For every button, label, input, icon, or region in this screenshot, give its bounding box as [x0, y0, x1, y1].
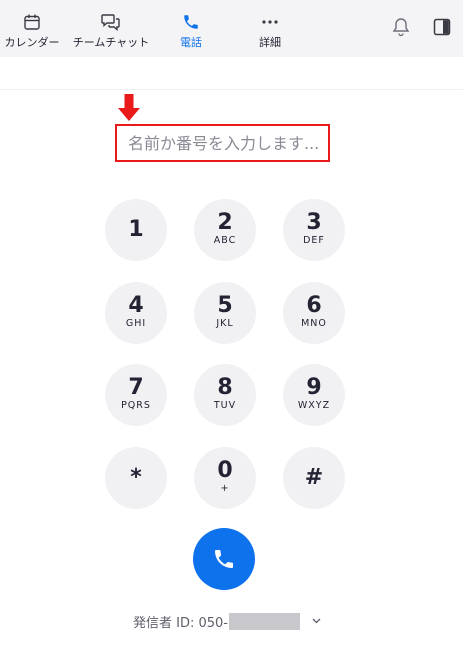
top-navigation-bar: カレンダー チームチャット 電話 詳細 [0, 0, 463, 57]
header-divider [0, 89, 463, 90]
key-digit: 9 [306, 375, 322, 400]
dialpad-key-2[interactable]: 2 ABC [194, 199, 256, 261]
nav-tab-phone[interactable]: 電話 [170, 0, 212, 57]
key-digit: 8 [217, 375, 233, 400]
phone-app: カレンダー チームチャット 電話 詳細 名前か番号を入力します... 1 2 A… [0, 0, 463, 647]
key-letters: TUV [213, 400, 237, 411]
nav-calendar-label: カレンダー [4, 36, 60, 49]
nav-tab-calendar[interactable]: カレンダー [4, 0, 60, 57]
phone-icon [181, 12, 201, 32]
key-letters: ABC [213, 235, 237, 246]
key-digit: 7 [128, 375, 144, 400]
redacted-number [229, 612, 300, 630]
nav-tab-team-chat[interactable]: チームチャット [73, 0, 149, 57]
key-letters: MNO [301, 318, 327, 329]
dialpad-key-star[interactable]: * [105, 447, 167, 509]
phone-handset-icon [215, 550, 233, 568]
key-letters: GHI [125, 318, 147, 329]
key-letters: DEF [303, 235, 325, 246]
name-or-number-input[interactable] [128, 133, 328, 153]
number-search-field[interactable] [115, 124, 330, 162]
dialpad-key-7[interactable]: 7 PQRS [105, 364, 167, 426]
key-letters: WXYZ [297, 400, 331, 411]
nav-chat-label: チームチャット [72, 36, 150, 49]
key-digit: 4 [128, 293, 144, 318]
nav-more-label: 詳細 [259, 36, 281, 49]
call-button[interactable] [193, 528, 255, 590]
key-letters: + [220, 483, 230, 494]
dialpad-key-0[interactable]: 0 + [194, 447, 256, 509]
caller-id-label: 発信者 ID: 050- [133, 615, 228, 631]
dialpad-key-5[interactable]: 5 JKL [194, 282, 256, 344]
caller-id-selector[interactable]: 発信者 ID: 050- [133, 611, 322, 631]
key-digit: 1 [128, 217, 144, 242]
notification-bell-icon[interactable] [390, 16, 412, 38]
key-letters: PQRS [121, 400, 151, 411]
key-digit: 3 [306, 210, 322, 235]
key-digit: 6 [306, 293, 322, 318]
key-digit: 2 [217, 210, 233, 235]
dialpad-key-3[interactable]: 3 DEF [283, 199, 345, 261]
nav-phone-label: 電話 [180, 36, 202, 49]
key-digit: 0 [217, 458, 233, 483]
dialpad-key-9[interactable]: 9 WXYZ [283, 364, 345, 426]
key-digit: # [304, 465, 324, 490]
chat-bubbles-icon [101, 12, 121, 32]
dialpad-key-6[interactable]: 6 MNO [283, 282, 345, 344]
calendar-icon [22, 12, 42, 32]
key-digit: 5 [217, 293, 233, 318]
key-digit: * [130, 465, 142, 490]
dialpad-key-hash[interactable]: # [283, 447, 345, 509]
chevron-down-icon [312, 616, 322, 626]
dialpad-key-8[interactable]: 8 TUV [194, 364, 256, 426]
key-letters: JKL [216, 318, 234, 329]
red-down-arrow-icon [117, 94, 141, 122]
more-dots-icon [260, 12, 280, 32]
nav-tab-more[interactable]: 詳細 [248, 0, 292, 57]
side-panel-toggle-icon[interactable] [431, 16, 453, 38]
dialpad-key-4[interactable]: 4 GHI [105, 282, 167, 344]
dialpad-key-1[interactable]: 1 [105, 199, 167, 261]
